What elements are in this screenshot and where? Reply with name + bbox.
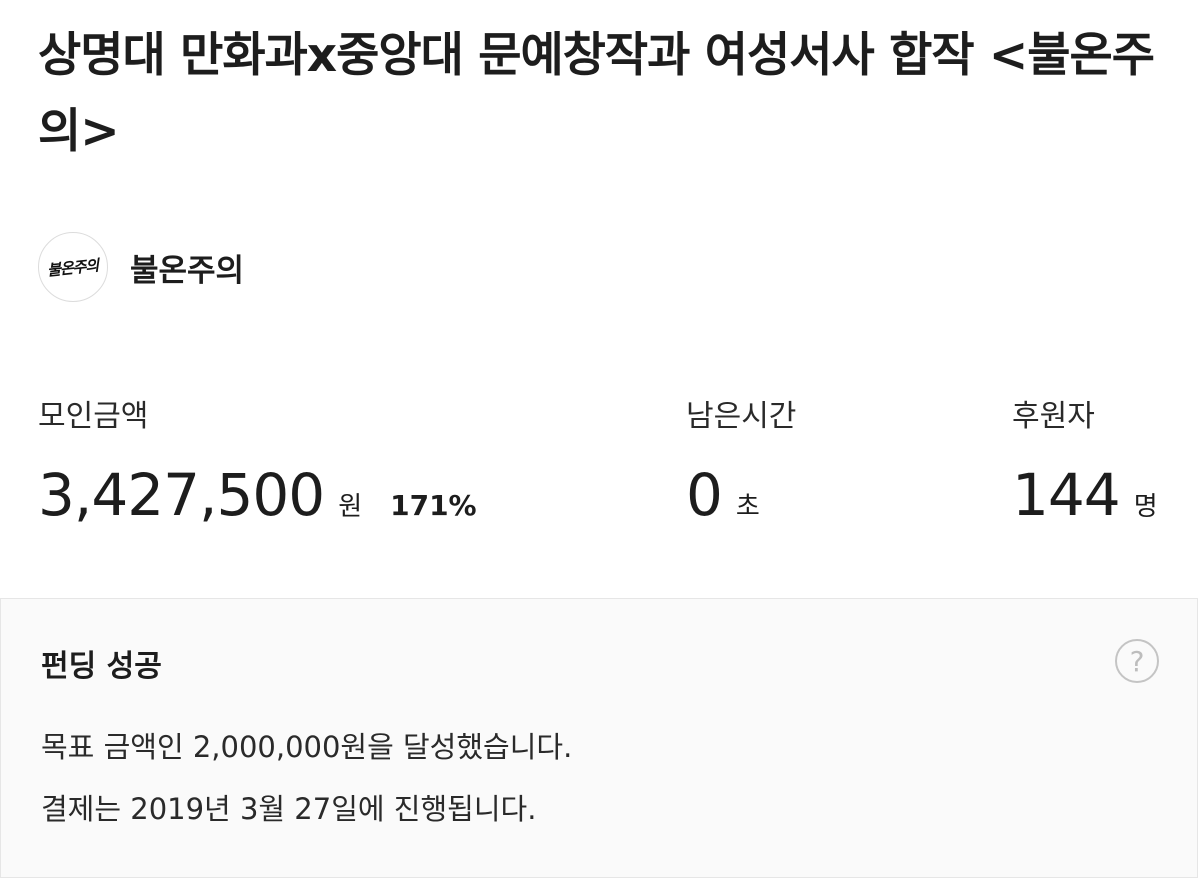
- time-left-label: 남은시간: [686, 399, 797, 434]
- stat-amount-raised: 모인금액 3,427,500 원 171%: [38, 392, 477, 530]
- amount-value-row: 3,427,500 원 171%: [38, 460, 477, 530]
- payment-date-message: 결제는 2019년 3월 27일에 진행됩니다.: [41, 792, 537, 826]
- backers-value: 144: [1012, 461, 1121, 529]
- creator-avatar[interactable]: 불온주의: [38, 232, 108, 302]
- backers-unit: 명: [1133, 492, 1158, 522]
- goal-message: 목표 금액인 2,000,000원을 달성했습니다.: [41, 730, 573, 764]
- avatar-logo: 불온주의: [46, 255, 100, 280]
- project-title: 상명대 만화과x중앙대 문예창작과 여성서사 합작 <불온주의>: [38, 28, 1155, 159]
- stat-backers: 후원자 144 명: [1012, 392, 1158, 530]
- backers-value-row: 144 명: [1012, 460, 1158, 530]
- amount-label: 모인금액: [38, 399, 149, 434]
- time-left-value: 0: [686, 461, 723, 529]
- stat-time-left: 남은시간 0 초: [686, 392, 796, 530]
- creator-name[interactable]: 불온주의: [130, 245, 244, 290]
- time-left-unit: 초: [735, 492, 760, 522]
- amount-percent: 171%: [390, 489, 477, 522]
- backers-label: 후원자: [1012, 399, 1095, 434]
- funding-status-title: 펀딩 성공: [41, 649, 162, 684]
- help-icon[interactable]: ?: [1115, 639, 1159, 683]
- creator-profile[interactable]: 불온주의 불온주의: [38, 230, 244, 304]
- amount-value: 3,427,500: [38, 461, 325, 529]
- funding-status-box: 펀딩 성공 ? 목표 금액인 2,000,000원을 달성했습니다. 결제는 2…: [0, 598, 1198, 878]
- amount-unit: 원: [338, 492, 363, 522]
- time-left-value-row: 0 초: [686, 460, 796, 530]
